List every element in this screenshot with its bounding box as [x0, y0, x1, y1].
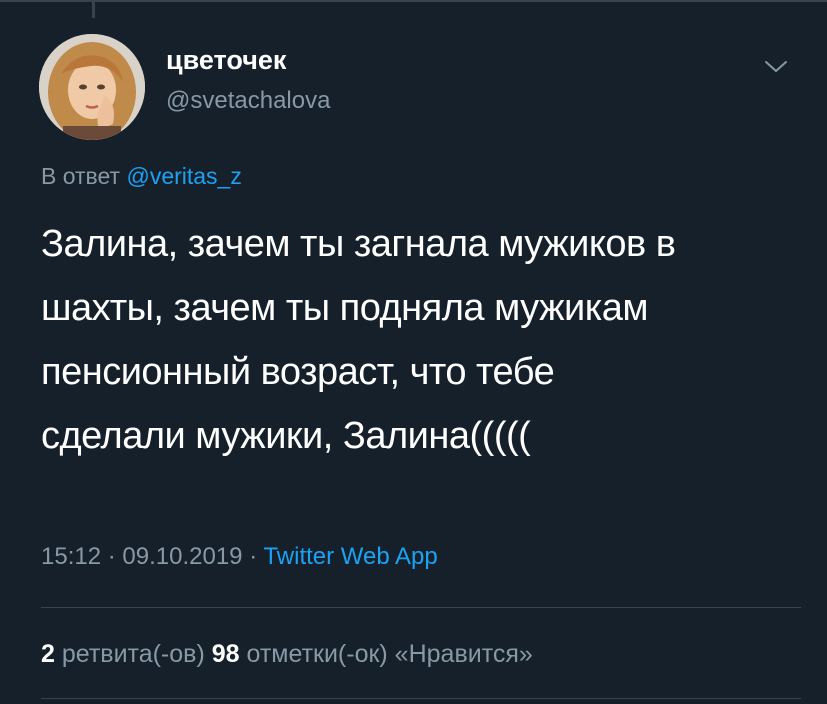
- tweet-text-line: пенсионный возраст, что тебе: [41, 351, 555, 393]
- tweet-stats: 2 ретвита(-ов) 98 отметки(-ок) «Нравится…: [41, 640, 533, 669]
- author-handle[interactable]: @svetachalova: [166, 87, 330, 115]
- retweet-count: 2: [41, 640, 55, 668]
- tweet-metadata: 15:12 · 09.10.2019 · Twitter Web App: [41, 543, 438, 571]
- avatar[interactable]: [39, 34, 145, 140]
- retweets-stat[interactable]: 2 ретвита(-ов): [41, 640, 205, 668]
- reply-mention-link[interactable]: @veritas_z: [126, 163, 241, 189]
- like-count: 98: [211, 640, 240, 668]
- reply-prefix: В ответ: [41, 163, 121, 189]
- tweet-menu-button[interactable]: [762, 56, 790, 76]
- likes-stat[interactable]: 98 отметки(-ок) «Нравится»: [212, 640, 533, 668]
- meta-separator: ·: [107, 543, 116, 570]
- retweet-label: ретвита(-ов): [61, 640, 205, 668]
- tweet-text: Залина, зачем ты загнала мужиков в шахты…: [41, 212, 811, 468]
- top-divider: [0, 0, 827, 2]
- tweet-date[interactable]: 09.10.2019: [122, 543, 242, 570]
- stats-bottom-divider: [41, 698, 801, 699]
- tweet-text-line: шахты, зачем ты подняла мужикам: [41, 287, 648, 329]
- like-label: отметки(-ок) «Нравится»: [246, 640, 533, 668]
- reply-context: В ответ @veritas_z: [41, 163, 242, 190]
- tweet-text-line: Залина, зачем ты загнала мужиков в: [41, 223, 676, 265]
- author-display-name[interactable]: цветочек: [166, 45, 286, 76]
- tweet-text-line: сделали мужики, Залина(((((: [41, 415, 531, 457]
- chevron-down-icon: [765, 61, 787, 72]
- tweet-time[interactable]: 15:12: [41, 543, 101, 570]
- avatar-photo: [39, 34, 145, 140]
- meta-separator: ·: [249, 543, 258, 570]
- stats-top-divider: [41, 607, 801, 608]
- thread-connector-line: [92, 0, 95, 18]
- tweet-source-link[interactable]: Twitter Web App: [263, 543, 437, 570]
